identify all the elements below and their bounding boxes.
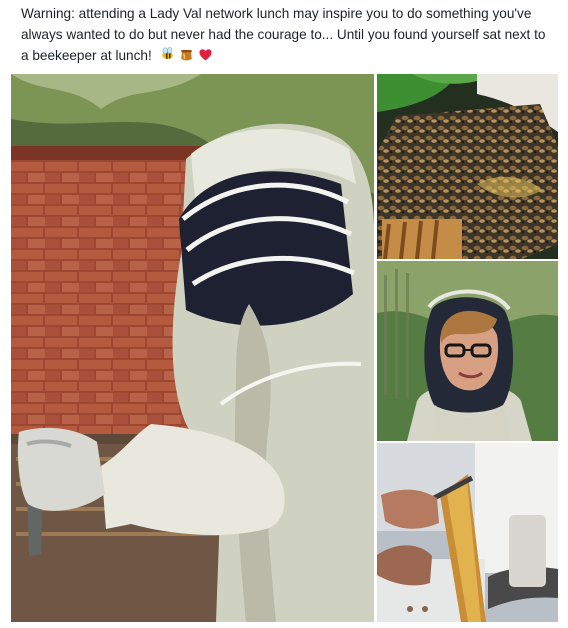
honeycomb-frame-photo[interactable]: [377, 443, 558, 622]
honeycomb-frame-image: [377, 443, 558, 622]
honey-pot-emoji: [180, 50, 192, 61]
beekeeper-selfie-image: [377, 261, 558, 441]
red-heart-emoji: [198, 49, 212, 61]
post-text: Warning: attending a Lady Val network lu…: [21, 3, 551, 66]
bee-frame-photo[interactable]: [377, 74, 558, 259]
bee-frame-image: [377, 74, 558, 259]
beekeeper-at-hive-image: [11, 74, 374, 622]
bee-emoji: [161, 47, 173, 59]
facebook-post: Warning: attending a Lady Val network lu…: [0, 0, 568, 628]
post-message: Warning: attending a Lady Val network lu…: [21, 6, 546, 63]
beekeeper-selfie-photo[interactable]: [377, 261, 558, 441]
beekeeper-at-hive-photo[interactable]: [11, 74, 374, 622]
